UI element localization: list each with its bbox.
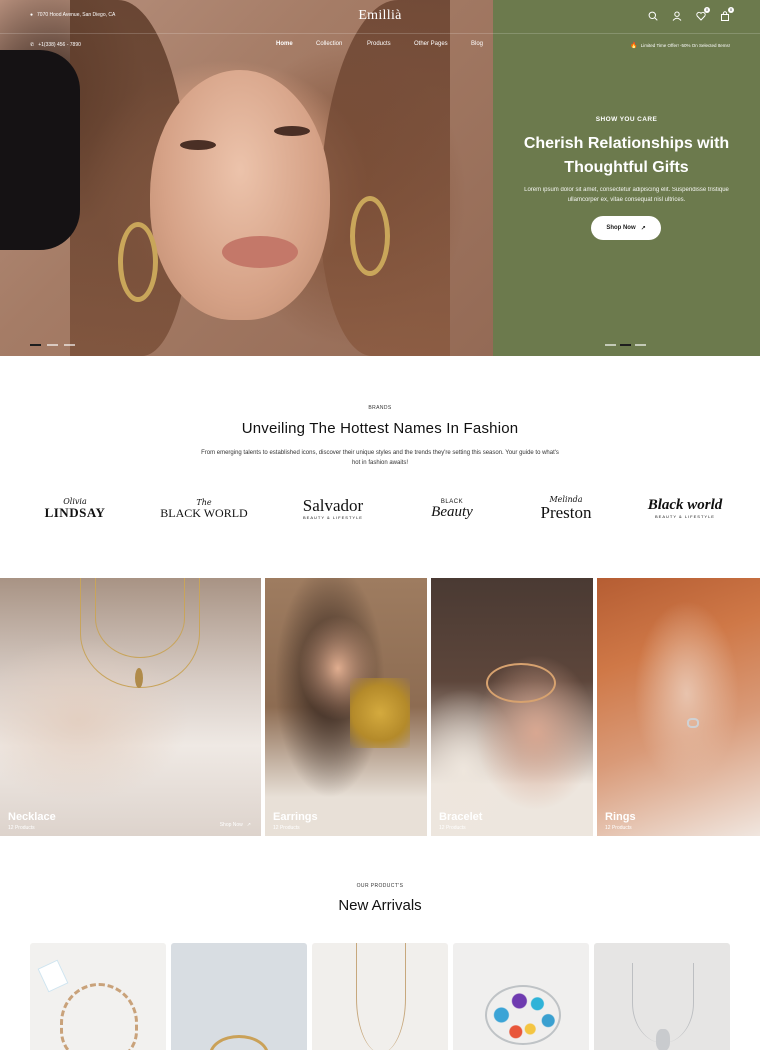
wishlist-count-badge: 0 [704, 7, 710, 13]
product-card[interactable] [30, 943, 166, 1050]
brand-logo-black-beauty[interactable]: BLACK Beauty [412, 497, 492, 520]
product-grid [30, 943, 730, 1050]
brand-logo-black-world[interactable]: The BLACK WORLD [154, 498, 254, 519]
site-logo[interactable]: Emillià [330, 8, 430, 24]
top-bar: ● 7070 Hood Avenue, San Diego, CA Emilli… [0, 0, 760, 34]
nav-products[interactable]: Products [367, 41, 414, 47]
earring-right [350, 196, 390, 276]
brands-title: Unveiling The Hottest Names In Fashion [241, 420, 519, 437]
heart-icon[interactable]: 0 [696, 7, 710, 21]
category-card-bracelet[interactable]: Bracelet 12 Products [431, 578, 593, 836]
arrivals-title: New Arrivals [338, 897, 422, 914]
category-card-earrings[interactable]: Earrings 12 Products [265, 578, 427, 836]
brands-description: From emerging talents to established ico… [201, 450, 559, 466]
search-icon[interactable] [648, 11, 658, 21]
brand-logo-salvador[interactable]: Salvador BEAUTY & LIFESTYLE [288, 497, 378, 520]
category-name: Necklace [8, 811, 56, 823]
earring-left [118, 222, 158, 302]
category-card-necklace[interactable]: Necklace 12 Products Shop Now ↗ [0, 578, 261, 836]
category-name: Bracelet [439, 811, 483, 823]
new-arrivals-section: OUR PRODUCT'S New Arrivals [0, 836, 760, 1050]
arrow-up-right-icon: ↗ [246, 822, 251, 828]
nav-bar: ✆ +1(338) 456 - 7890 Home Collection Pro… [0, 34, 760, 56]
hero-kicker: SHOW YOU CARE [595, 116, 658, 123]
category-count: 12 Products [439, 825, 466, 831]
category-count: 12 Products [8, 825, 35, 831]
product-card[interactable] [594, 943, 730, 1050]
store-address: ● 7070 Hood Avenue, San Diego, CA [30, 12, 116, 18]
arrow-up-right-icon: ↗ [640, 225, 646, 232]
category-name: Earrings [273, 811, 318, 823]
slider-dots-right[interactable] [605, 344, 646, 346]
fire-icon: 🔥 [630, 43, 638, 49]
hero-title: Cherish Relationships with Thoughtful Gi… [523, 135, 730, 176]
brand-logo-black-world-beauty[interactable]: Black world BEAUTY & LIFESTYLE [640, 498, 730, 519]
nav-collection[interactable]: Collection [316, 41, 367, 47]
nav-home[interactable]: Home [276, 41, 316, 47]
nav-blog[interactable]: Blog [471, 41, 501, 47]
brand-logo-lindsay[interactable]: Olivia LINDSAY [30, 498, 120, 520]
arrivals-kicker: OUR PRODUCT'S [356, 883, 404, 889]
hero-description: Lorem ipsum dolor sit amet, consectetur … [524, 187, 729, 203]
bag-icon[interactable]: 0 [720, 7, 734, 21]
offer-banner[interactable]: 🔥 Limited Time Offer! -50% On Selected I… [630, 42, 730, 49]
category-card-rings[interactable]: Rings 12 Products [597, 578, 760, 836]
category-count: 12 Products [273, 825, 300, 831]
phone-icon: ✆ [30, 42, 35, 48]
header-icons: 0 0 [648, 7, 734, 21]
brand-logos: Olivia LINDSAY The BLACK WORLD Salvador … [30, 496, 730, 522]
category-name: Rings [605, 811, 636, 823]
category-shop-now-link[interactable]: Shop Now ↗ [220, 822, 251, 828]
category-count: 12 Products [605, 825, 632, 831]
brands-kicker: BRANDS [368, 405, 392, 411]
location-pin-icon: ● [30, 12, 34, 18]
product-card[interactable] [312, 943, 448, 1050]
product-card[interactable] [171, 943, 307, 1050]
user-icon[interactable] [672, 11, 682, 21]
brands-section: BRANDS Unveiling The Hottest Names In Fa… [0, 356, 760, 578]
slider-dots[interactable] [30, 344, 75, 346]
brand-logo-preston[interactable]: Melinda Preston [526, 496, 606, 522]
cart-count-badge: 0 [728, 7, 734, 13]
nav-other-pages[interactable]: Other Pages [414, 41, 471, 47]
shop-now-button[interactable]: Shop Now ↗ [591, 216, 661, 240]
categories-section: Necklace 12 Products Shop Now ↗ Earrings… [0, 578, 760, 836]
phone-number[interactable]: ✆ +1(338) 456 - 7890 [30, 42, 81, 48]
main-nav: Home Collection Products Other Pages Blo… [276, 41, 501, 47]
product-card[interactable] [453, 943, 589, 1050]
